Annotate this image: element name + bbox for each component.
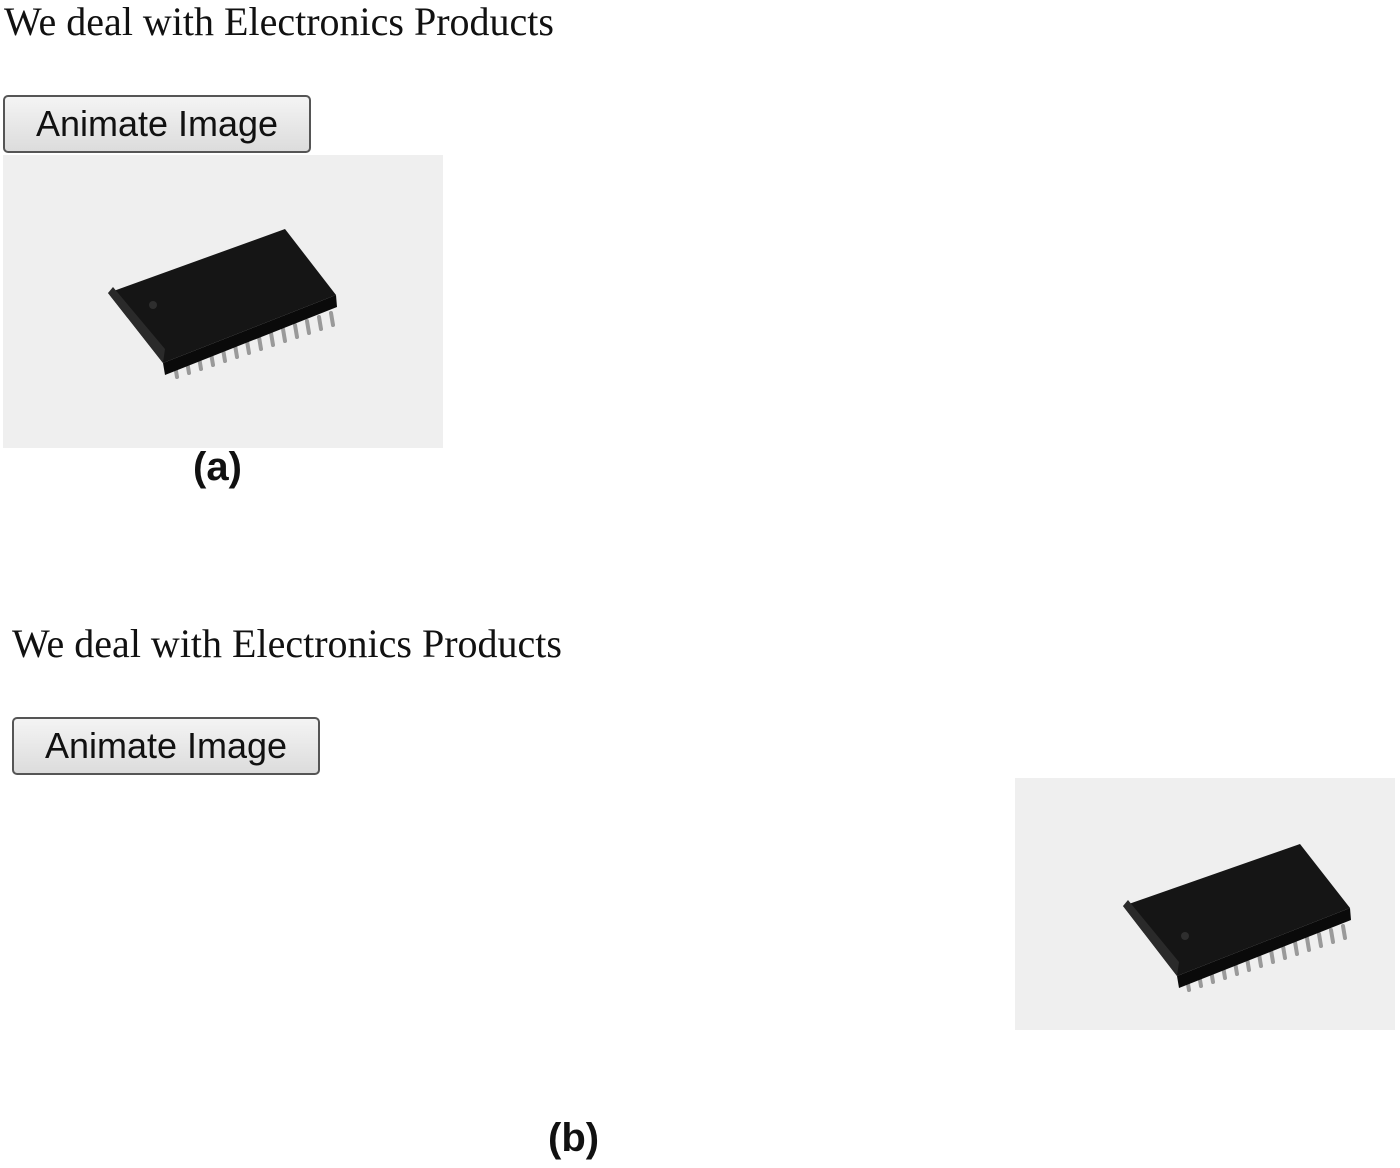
product-image [1015, 778, 1395, 1030]
figure-caption-b: (b) [548, 1116, 600, 1160]
product-image [3, 155, 443, 448]
figure-caption-a: (a) [193, 445, 242, 489]
panel-b: We deal with Electronics Products Animat… [0, 600, 1400, 1168]
animate-image-button[interactable]: Animate Image [3, 95, 311, 153]
ic-chip-icon [1123, 844, 1351, 992]
panel-a: We deal with Electronics Products Animat… [0, 0, 1400, 560]
page-heading: We deal with Electronics Products [12, 621, 562, 666]
page-heading: We deal with Electronics Products [4, 0, 554, 44]
animate-image-button[interactable]: Animate Image [12, 717, 320, 775]
ic-chip-icon [108, 229, 337, 379]
